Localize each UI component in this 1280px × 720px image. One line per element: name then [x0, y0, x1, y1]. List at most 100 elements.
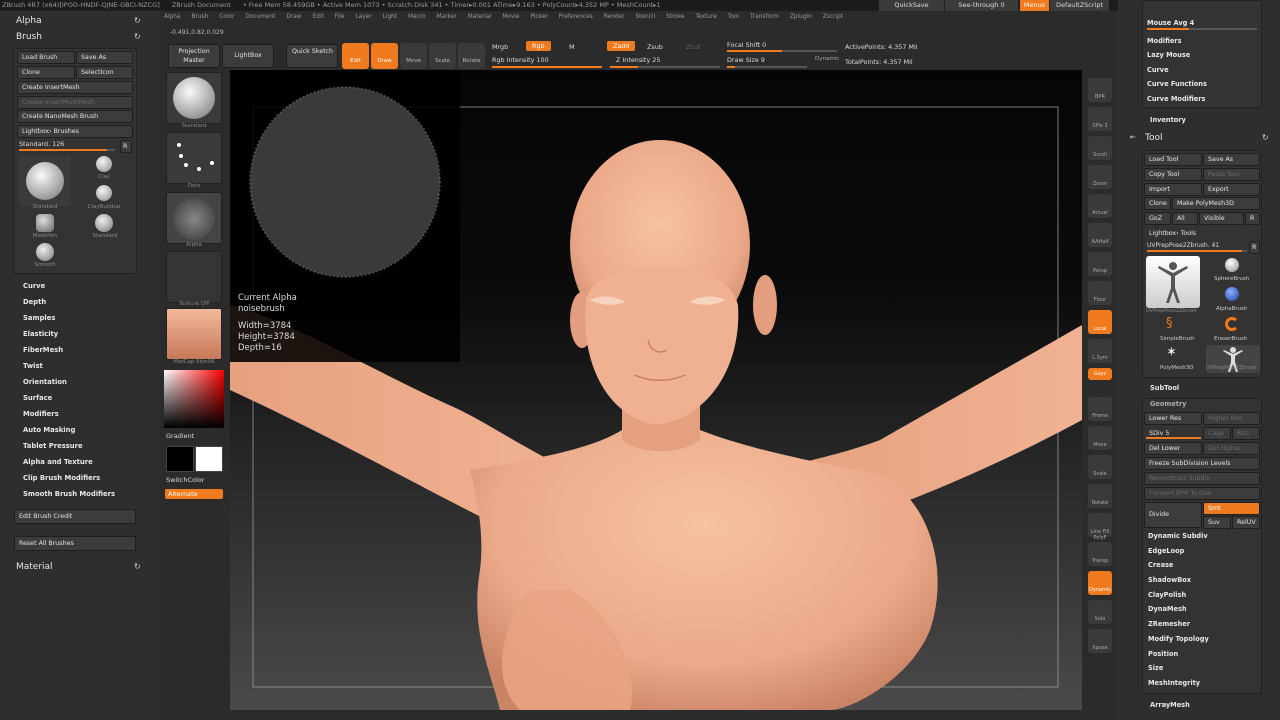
lazy-mouse-item[interactable]: Lazy Mouse — [1147, 51, 1190, 59]
goz-button[interactable]: GoZ — [1144, 212, 1171, 225]
brush-menu-curve[interactable]: Curve — [23, 282, 143, 298]
lightbox-tools-button[interactable]: Lightbox› Tools — [1144, 227, 1260, 240]
brush-menu-samples[interactable]: Samples — [23, 314, 143, 330]
save-as-button[interactable]: Save As — [76, 51, 133, 64]
menus-button[interactable]: Menus — [1019, 0, 1049, 11]
refresh-icon[interactable]: ↻ — [134, 562, 141, 571]
menu-movie[interactable]: Movie — [502, 14, 519, 20]
lightbox-button[interactable]: LightBox — [222, 44, 274, 68]
copy-tool-button[interactable]: Copy Tool — [1144, 168, 1202, 181]
shelf-gxyz-button[interactable]: Gxyz — [1088, 368, 1112, 380]
menu-zplugin[interactable]: Zplugin — [790, 14, 812, 20]
shelf-move-button[interactable]: Move — [1088, 426, 1112, 450]
import-button[interactable]: Import — [1144, 183, 1202, 196]
brush-menu-surface[interactable]: Surface — [23, 394, 143, 410]
claybuildup-brush-icon[interactable] — [96, 185, 112, 201]
zcut-button[interactable]: Zcut — [686, 43, 700, 51]
quick-sketch-button[interactable]: Quick Sketch — [286, 44, 338, 68]
create-nanomesh-button[interactable]: Create NanoMesh Brush — [17, 110, 133, 123]
alternate-button[interactable]: Alternate — [165, 489, 223, 499]
menu-draw[interactable]: Draw — [286, 14, 301, 20]
shelf-local-button[interactable]: Local — [1088, 310, 1112, 334]
curve-modifiers-item[interactable]: Curve Modifiers — [1147, 95, 1205, 103]
geometry-menu-zremesher[interactable]: ZRemesher — [1148, 620, 1258, 635]
smooth-brush-icon[interactable] — [36, 243, 54, 261]
lightbox-brushes-button[interactable]: Lightbox› Brushes — [17, 125, 133, 138]
modifiers-item[interactable]: Modifiers — [1147, 37, 1182, 45]
select-icon-button[interactable]: SelectIcon — [76, 66, 133, 79]
geometry-menu-shadowbox[interactable]: ShadowBox — [1148, 576, 1258, 591]
clay-brush-icon[interactable] — [96, 156, 112, 172]
tool-slider[interactable] — [1147, 250, 1247, 252]
brush-slider[interactable] — [19, 149, 115, 151]
standard-brush-icon[interactable] — [95, 214, 113, 232]
menu-preferences[interactable]: Preferences — [559, 14, 593, 20]
create-insertmultimesh-button[interactable]: Create InsertMultiMesh — [17, 96, 133, 109]
texture-thumbnail[interactable] — [166, 251, 222, 303]
save-as-button[interactable]: Save As — [1203, 153, 1260, 166]
material-thumbnail[interactable] — [166, 308, 222, 360]
convert-bpr-button[interactable]: Convert BPR To Geo — [1144, 487, 1260, 500]
alphabrush-icon[interactable] — [1225, 287, 1239, 301]
spherebrush-icon[interactable] — [1225, 258, 1239, 272]
divide-button[interactable]: Divide — [1144, 502, 1202, 528]
shelf-solo-button[interactable]: Solo — [1088, 600, 1112, 624]
shelf-persp-button[interactable]: Persp — [1088, 252, 1112, 276]
shelf-xpose-button[interactable]: Xpose — [1088, 629, 1112, 653]
mouse-avg-slider[interactable]: Mouse Avg 4 — [1147, 19, 1194, 27]
m-button[interactable]: M — [569, 43, 575, 51]
geometry-menu-crease[interactable]: Crease — [1148, 561, 1258, 576]
del-higher-button[interactable]: Del Higher — [1203, 442, 1260, 455]
visible-button[interactable]: Visible — [1199, 212, 1244, 225]
color-picker[interactable] — [164, 370, 224, 428]
menu-marker[interactable]: Marker — [437, 14, 457, 20]
brush-menu-orientation[interactable]: Orientation — [23, 378, 143, 394]
shelf-aahalf-button[interactable]: AAHalf — [1088, 223, 1112, 247]
shelf-l-sym-button[interactable]: L.Sym — [1088, 339, 1112, 363]
brush-menu-depth[interactable]: Depth — [23, 298, 143, 314]
rgb-intensity-slider[interactable] — [492, 66, 602, 68]
menu-stroke[interactable]: Stroke — [666, 14, 684, 20]
drag-icon[interactable]: ⇤ — [1130, 133, 1136, 141]
lower-res-button[interactable]: Lower Res — [1144, 412, 1202, 425]
brush-menu-elasticity[interactable]: Elasticity — [23, 330, 143, 346]
refresh-icon[interactable]: ↻ — [1262, 133, 1269, 142]
menu-edit[interactable]: Edit — [313, 14, 324, 20]
shelf-zoom-button[interactable]: Zoom — [1088, 165, 1112, 189]
cage-button[interactable]: Cage — [1203, 427, 1231, 440]
default-zscript-button[interactable]: DefaultZScript — [1049, 0, 1109, 11]
r-button[interactable]: R — [120, 140, 132, 153]
rgb-button[interactable]: Rgb — [526, 41, 551, 51]
maskpen-brush-icon[interactable] — [36, 214, 54, 232]
smt-toggle[interactable]: Smt — [1203, 502, 1260, 515]
menu-stencil[interactable]: Stencil — [635, 14, 655, 20]
geometry-menu-modify-topology[interactable]: Modify Topology — [1148, 635, 1258, 650]
mrgb-button[interactable]: Mrgb — [492, 43, 508, 51]
see-through-slider[interactable]: See-through 0 — [944, 0, 1018, 11]
menu-file[interactable]: File — [335, 14, 345, 20]
inventory-item[interactable]: Inventory — [1150, 116, 1186, 124]
higher-res-button[interactable]: Higher Res — [1203, 412, 1260, 425]
geometry-menu-meshintegrity[interactable]: MeshIntegrity — [1148, 679, 1258, 694]
geometry-menu-edgeloop[interactable]: EdgeLoop — [1148, 547, 1258, 562]
del-lower-button[interactable]: Del Lower — [1144, 442, 1202, 455]
brush-menu-smooth-brush-modifiers[interactable]: Smooth Brush Modifiers — [23, 490, 143, 506]
refresh-icon[interactable]: ↻ — [134, 32, 141, 41]
menu-picker[interactable]: Picker — [530, 14, 547, 20]
secondary-color-swatch[interactable] — [166, 446, 194, 472]
edit-brush-credit-button[interactable]: Edit Brush Credit — [14, 509, 136, 524]
create-insertmesh-button[interactable]: Create InsertMesh — [17, 81, 133, 94]
scale-mode-button[interactable]: Scale — [429, 43, 456, 69]
clone-button[interactable]: Clone — [1144, 197, 1171, 210]
menu-brush[interactable]: Brush — [191, 14, 208, 20]
shelf-actual-button[interactable]: Actual — [1088, 194, 1112, 218]
all-button[interactable]: All — [1172, 212, 1198, 225]
draw-mode-button[interactable]: Draw — [371, 43, 398, 69]
rstr-button[interactable]: Rstr — [1232, 427, 1260, 440]
current-tool-thumbnail[interactable] — [1146, 256, 1200, 308]
freeze-subdivision-button[interactable]: Freeze SubDivision Levels — [1144, 457, 1260, 470]
geometry-menu-position[interactable]: Position — [1148, 650, 1258, 665]
z-intensity-slider[interactable] — [610, 66, 720, 68]
shelf-bpr-button[interactable]: BPR — [1088, 78, 1112, 102]
zsub-button[interactable]: Zsub — [647, 43, 663, 51]
